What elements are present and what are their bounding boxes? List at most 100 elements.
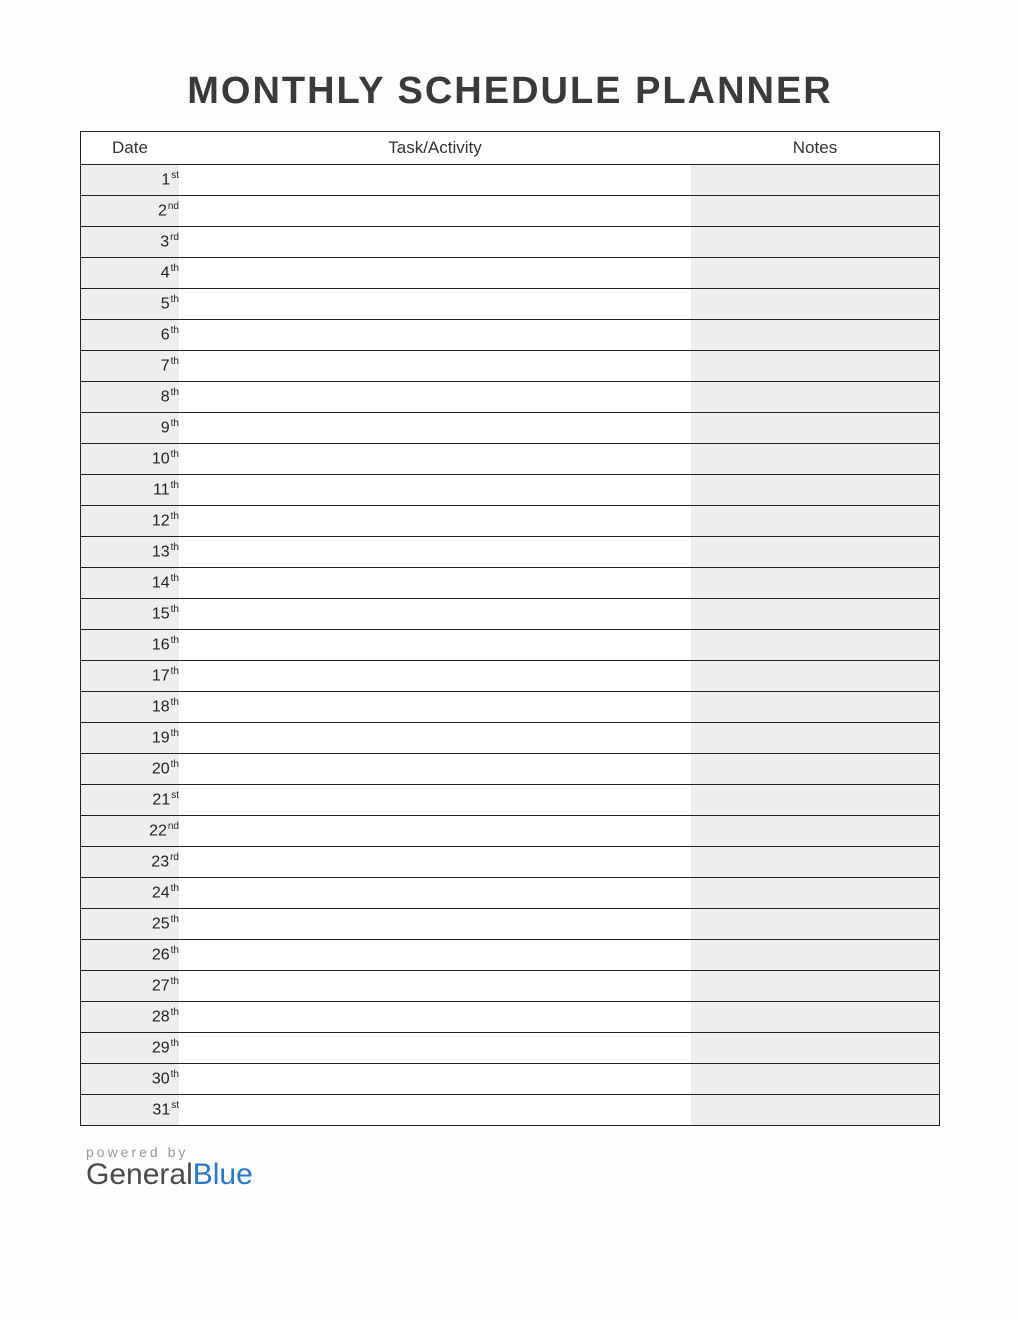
notes-cell[interactable]: [691, 1064, 940, 1095]
notes-cell[interactable]: [691, 785, 940, 816]
notes-cell[interactable]: [691, 165, 940, 196]
day-suffix: rd: [170, 232, 179, 243]
task-cell[interactable]: [179, 444, 691, 475]
table-row: 6th: [81, 320, 940, 351]
task-cell[interactable]: [179, 196, 691, 227]
notes-cell[interactable]: [691, 816, 940, 847]
date-cell: 28th: [81, 1002, 180, 1033]
day-suffix: th: [171, 294, 179, 305]
task-cell[interactable]: [179, 568, 691, 599]
task-cell[interactable]: [179, 165, 691, 196]
task-cell[interactable]: [179, 785, 691, 816]
notes-cell[interactable]: [691, 475, 940, 506]
day-suffix: th: [171, 325, 179, 336]
task-cell[interactable]: [179, 878, 691, 909]
day-suffix: th: [171, 542, 179, 553]
day-suffix: th: [171, 945, 179, 956]
day-number: 30: [152, 1071, 170, 1088]
notes-cell[interactable]: [691, 506, 940, 537]
task-cell[interactable]: [179, 754, 691, 785]
task-cell[interactable]: [179, 506, 691, 537]
notes-cell[interactable]: [691, 382, 940, 413]
notes-cell[interactable]: [691, 196, 940, 227]
task-cell[interactable]: [179, 382, 691, 413]
date-cell: 2nd: [81, 196, 180, 227]
date-cell: 9th: [81, 413, 180, 444]
column-header-date: Date: [81, 132, 180, 165]
task-cell[interactable]: [179, 351, 691, 382]
task-cell[interactable]: [179, 909, 691, 940]
notes-cell[interactable]: [691, 258, 940, 289]
table-row: 8th: [81, 382, 940, 413]
day-suffix: th: [171, 1007, 179, 1018]
notes-cell[interactable]: [691, 599, 940, 630]
task-cell[interactable]: [179, 940, 691, 971]
notes-cell[interactable]: [691, 1033, 940, 1064]
notes-cell[interactable]: [691, 320, 940, 351]
footer: powered by GeneralBlue: [86, 1144, 940, 1192]
task-cell[interactable]: [179, 847, 691, 878]
notes-cell[interactable]: [691, 227, 940, 258]
planner-table: Date Task/Activity Notes 1st2nd3rd4th5th…: [80, 131, 940, 1126]
notes-cell[interactable]: [691, 568, 940, 599]
table-row: 23rd: [81, 847, 940, 878]
notes-cell[interactable]: [691, 723, 940, 754]
notes-cell[interactable]: [691, 692, 940, 723]
notes-cell[interactable]: [691, 537, 940, 568]
notes-cell[interactable]: [691, 661, 940, 692]
notes-cell[interactable]: [691, 847, 940, 878]
notes-cell[interactable]: [691, 413, 940, 444]
day-number: 19: [152, 730, 170, 747]
date-cell: 31st: [81, 1095, 180, 1126]
day-number: 6: [161, 327, 170, 344]
notes-cell[interactable]: [691, 444, 940, 475]
table-row: 16th: [81, 630, 940, 661]
task-cell[interactable]: [179, 258, 691, 289]
task-cell[interactable]: [179, 661, 691, 692]
notes-cell[interactable]: [691, 971, 940, 1002]
notes-cell[interactable]: [691, 1002, 940, 1033]
task-cell[interactable]: [179, 692, 691, 723]
brand-logo: GeneralBlue: [86, 1158, 940, 1192]
notes-cell[interactable]: [691, 754, 940, 785]
column-header-task: Task/Activity: [179, 132, 691, 165]
day-number: 17: [152, 668, 170, 685]
column-header-notes: Notes: [691, 132, 940, 165]
task-cell[interactable]: [179, 1095, 691, 1126]
task-cell[interactable]: [179, 537, 691, 568]
date-cell: 19th: [81, 723, 180, 754]
day-number: 18: [152, 699, 170, 716]
date-cell: 1st: [81, 165, 180, 196]
notes-cell[interactable]: [691, 630, 940, 661]
table-row: 24th: [81, 878, 940, 909]
notes-cell[interactable]: [691, 909, 940, 940]
notes-cell[interactable]: [691, 351, 940, 382]
table-row: 11th: [81, 475, 940, 506]
day-suffix: th: [171, 976, 179, 987]
notes-cell[interactable]: [691, 1095, 940, 1126]
date-cell: 7th: [81, 351, 180, 382]
task-cell[interactable]: [179, 723, 691, 754]
date-cell: 22nd: [81, 816, 180, 847]
task-cell[interactable]: [179, 1033, 691, 1064]
task-cell[interactable]: [179, 413, 691, 444]
notes-cell[interactable]: [691, 289, 940, 320]
task-cell[interactable]: [179, 971, 691, 1002]
table-row: 4th: [81, 258, 940, 289]
table-row: 26th: [81, 940, 940, 971]
task-cell[interactable]: [179, 816, 691, 847]
day-suffix: th: [171, 1069, 179, 1080]
table-row: 3rd: [81, 227, 940, 258]
task-cell[interactable]: [179, 1064, 691, 1095]
task-cell[interactable]: [179, 475, 691, 506]
task-cell[interactable]: [179, 289, 691, 320]
task-cell[interactable]: [179, 227, 691, 258]
task-cell[interactable]: [179, 630, 691, 661]
task-cell[interactable]: [179, 1002, 691, 1033]
day-suffix: th: [171, 604, 179, 615]
date-cell: 24th: [81, 878, 180, 909]
task-cell[interactable]: [179, 320, 691, 351]
task-cell[interactable]: [179, 599, 691, 630]
notes-cell[interactable]: [691, 940, 940, 971]
notes-cell[interactable]: [691, 878, 940, 909]
